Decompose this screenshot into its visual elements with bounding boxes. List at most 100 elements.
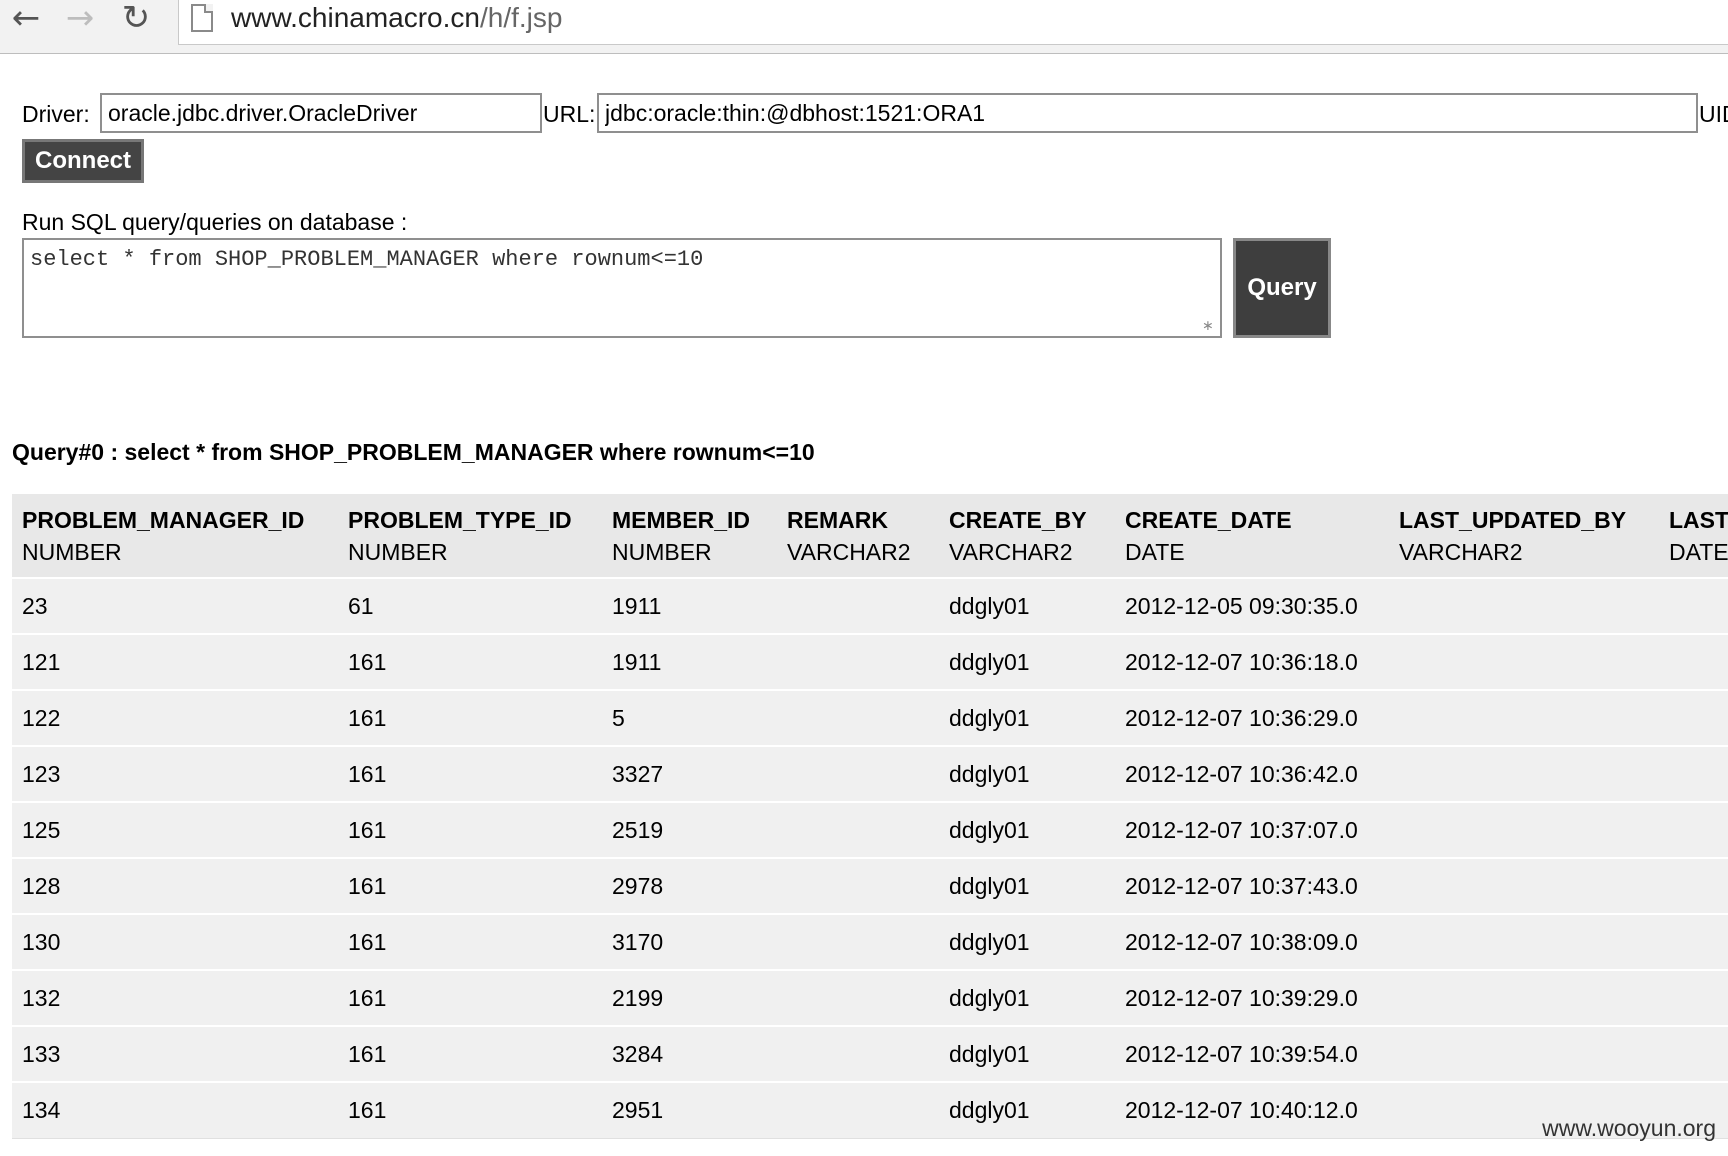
- table-cell: [1659, 970, 1728, 1027]
- table-cell: 161: [338, 1082, 602, 1139]
- page-icon: [191, 4, 213, 32]
- connect-button[interactable]: Connect: [22, 139, 144, 183]
- column-type: NUMBER: [612, 538, 712, 565]
- result-table: PROBLEM_MANAGER_ID NUMBER PROBLEM_TYPE_ID…: [12, 494, 1728, 1139]
- url-host: www.chinamacro.cn: [231, 2, 480, 33]
- table-cell: ddgly01: [939, 970, 1115, 1027]
- table-cell: 1911: [602, 634, 777, 691]
- table-cell: [777, 970, 939, 1027]
- table-cell: 2012-12-05 09:30:35.0: [1115, 578, 1389, 635]
- table-cell: 123: [12, 746, 338, 803]
- column-header: PROBLEM_TYPE_ID NUMBER: [338, 494, 602, 578]
- column-header: CREATE_BY VARCHAR2: [939, 494, 1115, 578]
- column-type: VARCHAR2: [1399, 538, 1523, 565]
- sql-query-textarea[interactable]: select * from SHOP_PROBLEM_MANAGER where…: [22, 238, 1222, 338]
- table-cell: 161: [338, 970, 602, 1027]
- address-bar[interactable]: www.chinamacro.cn/h/f.jsp: [178, 0, 1728, 45]
- table-cell: 161: [338, 690, 602, 747]
- table-cell: 2012-12-07 10:40:12.0: [1115, 1082, 1389, 1139]
- table-cell: 2012-12-07 10:36:18.0: [1115, 634, 1389, 691]
- table-cell: 2519: [602, 802, 777, 859]
- table-cell: [777, 578, 939, 635]
- column-type: VARCHAR2: [787, 538, 911, 565]
- table-cell: [1659, 858, 1728, 915]
- table-cell: 134: [12, 1082, 338, 1139]
- column-type: NUMBER: [348, 538, 448, 565]
- resize-grip-icon[interactable]: ∗: [1202, 318, 1218, 334]
- forward-arrow-icon[interactable]: →: [62, 1, 98, 38]
- uid-label: UID: [1699, 101, 1728, 127]
- back-arrow-icon[interactable]: ←: [8, 1, 44, 38]
- table-cell: [1389, 858, 1659, 915]
- table-cell: [777, 1082, 939, 1139]
- table-cell: ddgly01: [939, 690, 1115, 747]
- table-cell: [777, 690, 939, 747]
- table-cell: 2199: [602, 970, 777, 1027]
- table-cell: 161: [338, 746, 602, 803]
- column-header: LAST_UPDATED_BY VARCHAR2: [1389, 494, 1659, 578]
- table-cell: 122: [12, 690, 338, 747]
- table-cell: 2012-12-07 10:37:43.0: [1115, 858, 1389, 915]
- table-cell: 2012-12-07 10:38:09.0: [1115, 914, 1389, 971]
- url-text[interactable]: www.chinamacro.cn/h/f.jsp: [231, 2, 562, 34]
- table-cell: 128: [12, 858, 338, 915]
- column-name: PROBLEM_MANAGER_ID: [22, 506, 305, 533]
- table-cell: ddgly01: [939, 1026, 1115, 1083]
- column-header: MEMBER_ID NUMBER: [602, 494, 777, 578]
- column-name: LAST_UPDATED_BY: [1399, 506, 1627, 533]
- column-header: CREATE_DATE DATE: [1115, 494, 1389, 578]
- table-cell: [1659, 634, 1728, 691]
- table-row: 128 161 2978 ddgly01 2012-12-07 10:37:43.0: [12, 858, 1728, 915]
- column-name: CREATE_BY: [949, 506, 1087, 533]
- table-row: 123 161 3327 ddgly01 2012-12-07 10:36:42.0: [12, 746, 1728, 803]
- column-header: PROBLEM_MANAGER_ID NUMBER: [12, 494, 338, 578]
- table-cell: 1911: [602, 578, 777, 635]
- table-cell: 121: [12, 634, 338, 691]
- table-cell: [1389, 1026, 1659, 1083]
- table-cell: 3284: [602, 1026, 777, 1083]
- table-cell: ddgly01: [939, 802, 1115, 859]
- url-input[interactable]: [597, 93, 1698, 133]
- column-name: CREATE_DATE: [1125, 506, 1292, 533]
- table-cell: 3170: [602, 914, 777, 971]
- table-cell: 133: [12, 1026, 338, 1083]
- column-header: LAST DATE: [1659, 494, 1728, 578]
- reload-icon[interactable]: ↻: [118, 1, 154, 38]
- table-cell: [1659, 690, 1728, 747]
- table-cell: 161: [338, 802, 602, 859]
- table-row: 122 161 5 ddgly01 2012-12-07 10:36:29.0: [12, 690, 1728, 747]
- table-cell: [1389, 634, 1659, 691]
- driver-input[interactable]: [100, 93, 542, 133]
- table-cell: [1389, 690, 1659, 747]
- table-cell: [1659, 914, 1728, 971]
- column-name: PROBLEM_TYPE_ID: [348, 506, 572, 533]
- table-cell: [1389, 970, 1659, 1027]
- table-cell: 23: [12, 578, 338, 635]
- sql-prompt-label: Run SQL query/queries on database :: [22, 209, 408, 235]
- table-cell: ddgly01: [939, 914, 1115, 971]
- table-cell: [1659, 746, 1728, 803]
- table-cell: 161: [338, 634, 602, 691]
- column-type: DATE: [1125, 538, 1185, 565]
- table-cell: [777, 858, 939, 915]
- table-cell: [1389, 746, 1659, 803]
- table-cell: ddgly01: [939, 858, 1115, 915]
- table-cell: ddgly01: [939, 1082, 1115, 1139]
- query-button[interactable]: Query: [1233, 238, 1331, 338]
- table-cell: 2978: [602, 858, 777, 915]
- table-row: 132 161 2199 ddgly01 2012-12-07 10:39:29.0: [12, 970, 1728, 1027]
- table-header-row: PROBLEM_MANAGER_ID NUMBER PROBLEM_TYPE_ID…: [12, 494, 1728, 578]
- table-cell: 2012-12-07 10:39:29.0: [1115, 970, 1389, 1027]
- table-cell: 2012-12-07 10:39:54.0: [1115, 1026, 1389, 1083]
- table-cell: [1389, 914, 1659, 971]
- table-cell: 3327: [602, 746, 777, 803]
- table-cell: [1659, 1026, 1728, 1083]
- table-cell: ddgly01: [939, 746, 1115, 803]
- column-name: MEMBER_ID: [612, 506, 751, 533]
- driver-label: Driver:: [22, 101, 90, 127]
- table-cell: [777, 746, 939, 803]
- column-type: VARCHAR2: [949, 538, 1073, 565]
- table-cell: 2012-12-07 10:36:29.0: [1115, 690, 1389, 747]
- table-cell: [777, 1026, 939, 1083]
- table-cell: ddgly01: [939, 634, 1115, 691]
